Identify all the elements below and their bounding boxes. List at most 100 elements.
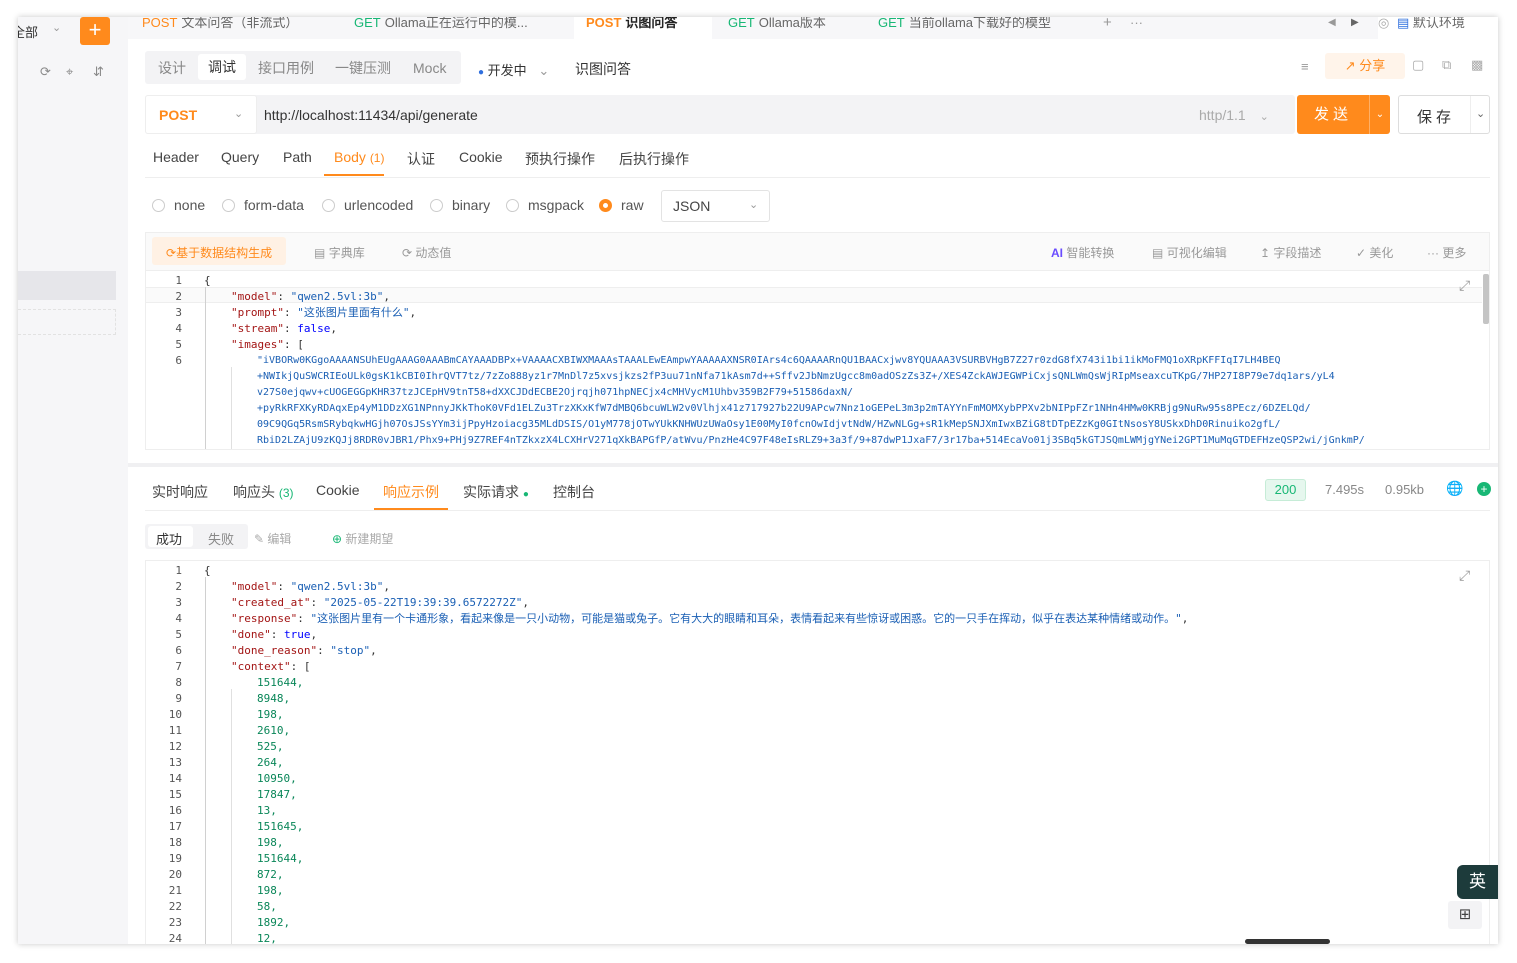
tab-next-icon[interactable]: ▶	[1351, 17, 1359, 39]
ai-convert-button[interactable]: AI 智能转换	[1051, 244, 1114, 261]
tab-path[interactable]: Path	[283, 149, 312, 165]
line-number: 6	[175, 644, 182, 657]
fullscreen-icon[interactable]: ⤢	[1459, 277, 1470, 294]
url-input[interactable]: http://localhost:11434/api/generate	[264, 107, 478, 123]
request-body-editor[interactable]: 1 2 3 4 5 6 { "model": "qwen2.5vl:3b", "…	[145, 270, 1490, 450]
line-number: 5	[175, 628, 182, 641]
tab-header[interactable]: Header	[153, 149, 199, 165]
line-number: 24	[168, 932, 182, 944]
context-value: 13,	[257, 804, 277, 817]
tab-text-qa[interactable]: POST 文本问答（非流式）	[142, 17, 298, 39]
line-number: 14	[168, 772, 182, 785]
tab-ollama-models[interactable]: GET 当前ollama下载好的模型	[878, 17, 1051, 39]
radio-none[interactable]: none	[152, 197, 205, 213]
api-name[interactable]: 识图问答	[575, 59, 631, 79]
plus-circle-icon: ⊕	[332, 532, 343, 546]
tab-image-qa[interactable]: POST 识图问答	[574, 17, 712, 39]
context-value: 17847,	[257, 788, 297, 801]
edit-button[interactable]: ✎ 编辑	[254, 530, 291, 547]
context-value: 198,	[257, 884, 284, 897]
tab-prev-icon[interactable]: ◀	[1328, 17, 1336, 39]
field-desc-button[interactable]: ↥ 字段描述	[1260, 244, 1321, 261]
tab-more-button[interactable]: ···	[1130, 17, 1143, 39]
mode-design[interactable]: 设计	[158, 58, 186, 78]
expand-collapse-icon[interactable]: ⇵	[93, 64, 104, 80]
dynamic-value-button[interactable]: ⟳ 动态值	[402, 244, 451, 261]
sidebar-selected-item[interactable]	[18, 271, 116, 300]
refresh-icon[interactable]: ⟳	[40, 64, 51, 80]
radio-raw[interactable]: raw	[599, 197, 644, 213]
response-body-editor[interactable]: 1 2 3 4 5 6 7 8 9 10 11 12 13 14 15 16 17 18 19 20 21 22 23 24 …	[145, 560, 1490, 944]
tab-actual-request[interactable]: 实际请求 ●	[463, 482, 529, 502]
context-value: 8948,	[257, 692, 291, 705]
radio-binary[interactable]: binary	[430, 197, 490, 213]
http-version-select[interactable]: http/1.1 ⌄	[1199, 107, 1269, 123]
tab-ollama-version[interactable]: GET Ollama版本	[728, 17, 826, 39]
locate-icon[interactable]: ⌖	[66, 64, 73, 80]
mode-stress-test[interactable]: 一键压测	[335, 58, 391, 78]
chevron-down-icon[interactable]: ⌄	[52, 21, 61, 34]
line-number: 13	[168, 756, 182, 769]
mode-cases[interactable]: 接口用例	[258, 58, 314, 78]
add-button[interactable]: +	[80, 17, 110, 45]
tab-body[interactable]: Body (1)	[334, 149, 384, 165]
send-options-button[interactable]: ⌄	[1369, 95, 1390, 134]
context-value: 12,	[257, 932, 277, 944]
more-button[interactable]: ··· 更多	[1427, 244, 1466, 261]
mode-debug[interactable]: 调试	[198, 54, 246, 80]
share-icon: ↗	[1344, 58, 1356, 73]
fail-tab[interactable]: 失败	[208, 529, 234, 548]
globe-icon[interactable]: 🌐	[1446, 480, 1463, 497]
beautify-button[interactable]: ✓ 美化	[1356, 244, 1393, 261]
radio-form-data[interactable]: form-data	[222, 197, 304, 213]
archive-icon[interactable]: ▩	[1471, 57, 1483, 73]
list-edit-icon[interactable]: ≡	[1301, 59, 1309, 74]
lock-icon[interactable]: ▢	[1412, 57, 1424, 73]
context-value: 10950,	[257, 772, 297, 785]
dictionary-button[interactable]: ▤ 字典库	[314, 244, 365, 261]
tab-response-example[interactable]: 响应示例	[383, 482, 439, 502]
tab-response-headers[interactable]: 响应头 (3)	[233, 482, 294, 502]
visual-edit-button[interactable]: ▤ 可视化编辑	[1152, 244, 1227, 261]
sidebar-filter[interactable]: 全部	[18, 22, 38, 41]
mode-mock[interactable]: Mock	[413, 58, 446, 78]
scroll-indicator[interactable]	[1245, 939, 1330, 944]
tab-console[interactable]: 控制台	[553, 482, 595, 502]
scrollbar[interactable]	[1483, 274, 1489, 324]
radio-msgpack[interactable]: msgpack	[506, 197, 584, 213]
radio-urlencoded[interactable]: urlencoded	[322, 197, 413, 213]
body-format-select[interactable]: JSON ⌄	[661, 190, 770, 222]
copy-icon[interactable]: ⧉	[1442, 57, 1451, 73]
book-icon: ▤	[314, 246, 326, 260]
code-line: "model": "qwen2.5vl:3b",	[231, 290, 390, 303]
tab-query[interactable]: Query	[221, 149, 259, 165]
generate-from-schema-button[interactable]: ⟳基于数据结构生成	[166, 244, 272, 261]
tab-live-response[interactable]: 实时响应	[152, 482, 208, 502]
line-number: 3	[175, 596, 182, 609]
tab-ollama-running[interactable]: GET Ollama正在运行中的模...	[354, 17, 528, 39]
status-dot-icon: ●	[522, 489, 529, 500]
new-tab-button[interactable]: +	[1103, 17, 1112, 39]
add-circle-icon[interactable]: +	[1477, 482, 1491, 496]
layout-icon[interactable]: ⊞	[1448, 901, 1482, 929]
tab-pre-script[interactable]: 预执行操作	[525, 149, 595, 169]
status-code-badge: 200	[1265, 479, 1306, 501]
share-button[interactable]: ↗ 分享	[1325, 53, 1405, 79]
sidebar-drop-placeholder	[18, 309, 116, 335]
status-select[interactable]: ● 开发中 ⌄	[478, 60, 549, 79]
send-button[interactable]: 发送	[1297, 95, 1369, 134]
new-expectation-button[interactable]: ⊕ 新建期望	[332, 530, 393, 547]
save-options-icon[interactable]: ⌄	[1476, 107, 1485, 120]
success-tab[interactable]: 成功	[156, 529, 182, 548]
splitter[interactable]	[128, 463, 1498, 467]
ime-indicator[interactable]: 英	[1457, 865, 1498, 899]
save-button[interactable]: 保存	[1417, 106, 1455, 127]
tab-post-script[interactable]: 后执行操作	[619, 149, 689, 169]
tab-response-cookie[interactable]: Cookie	[316, 482, 360, 498]
environment-select[interactable]: ◎ ▤ 默认环境	[1378, 17, 1498, 39]
fullscreen-icon[interactable]: ⤢	[1459, 567, 1470, 584]
tab-auth[interactable]: 认证	[407, 149, 435, 169]
line-number: 23	[168, 916, 182, 929]
method-select[interactable]: POST ⌄	[145, 95, 257, 134]
tab-cookie[interactable]: Cookie	[459, 149, 503, 165]
